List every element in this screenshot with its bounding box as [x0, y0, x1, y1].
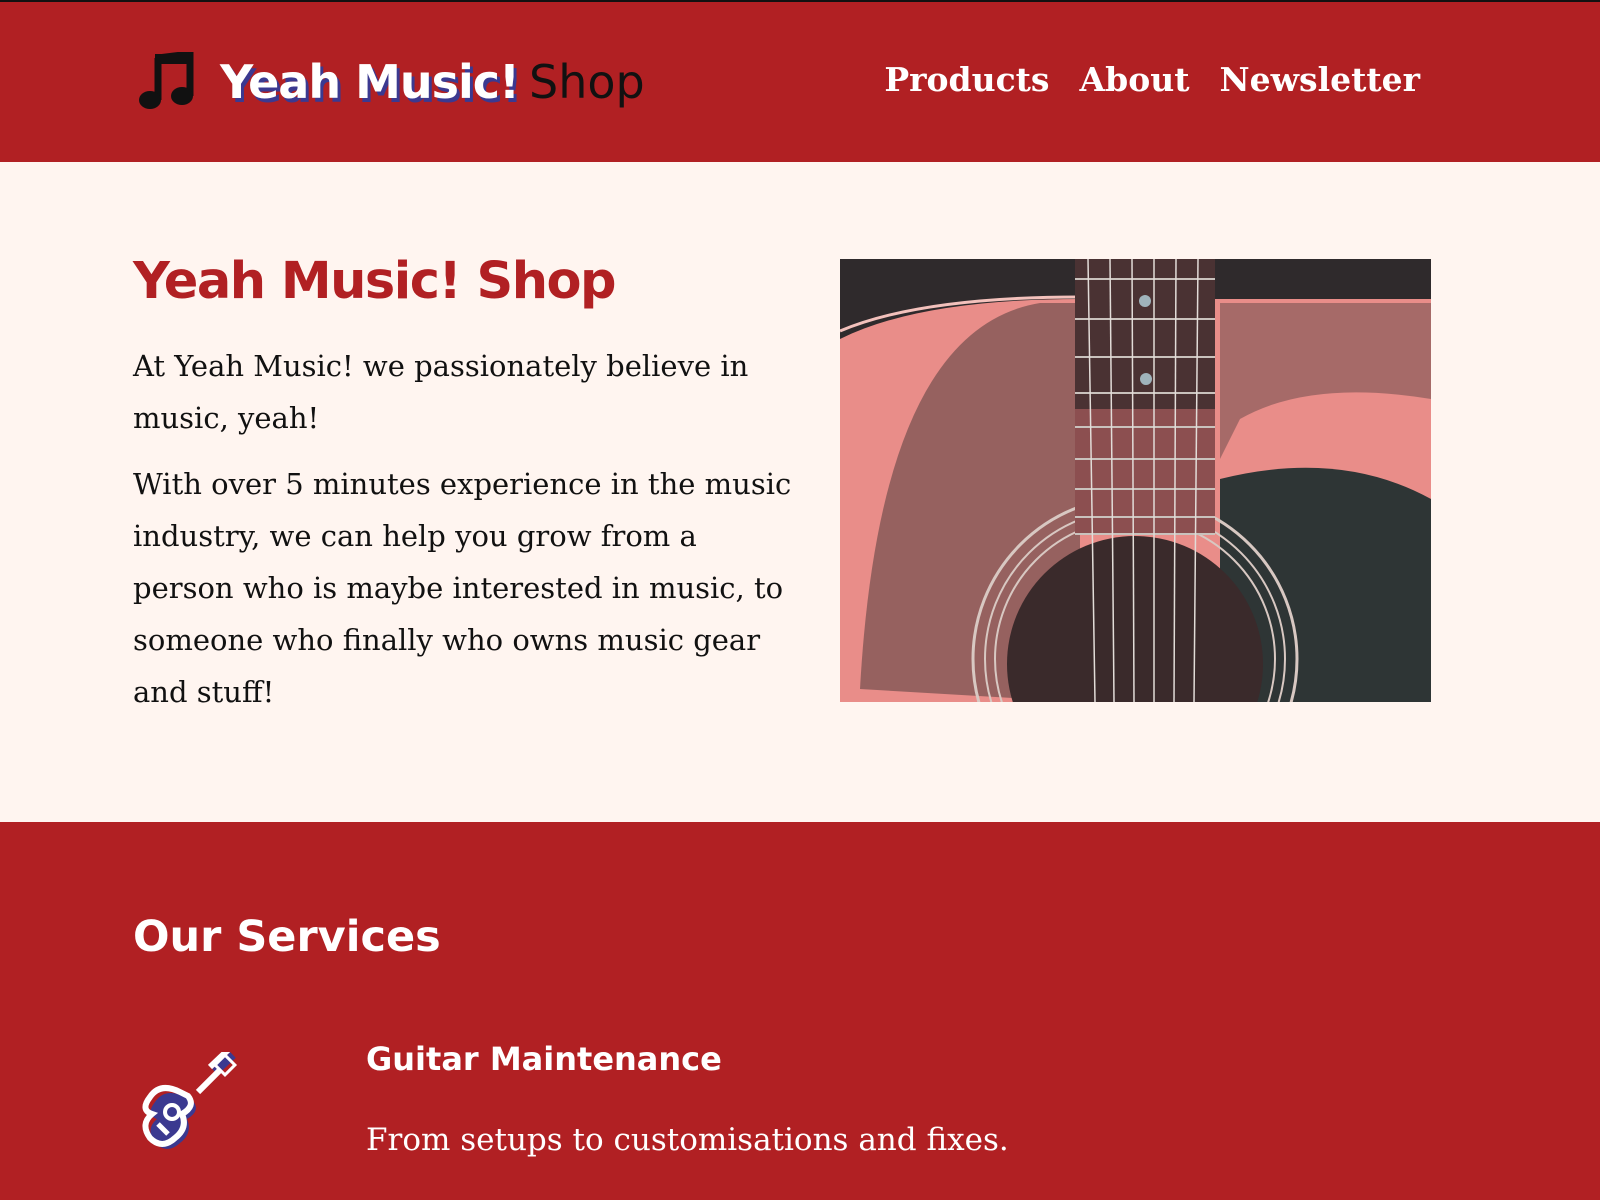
service-description: From setups to customisations and fixes. [366, 1122, 1009, 1158]
music-note-icon [138, 52, 194, 112]
hero-text: At Yeah Music! we passionately believe i… [133, 340, 793, 732]
nav-products[interactable]: Products [884, 60, 1049, 99]
hero-paragraph: At Yeah Music! we passionately believe i… [133, 349, 749, 435]
guitar-image [840, 259, 1431, 702]
nav-about[interactable]: About [1080, 60, 1190, 99]
hero-paragraph: With over 5 minutes experience in the mu… [133, 467, 792, 709]
hero-section: Yeah Music! Shop At Yeah Music! we passi… [0, 162, 1600, 822]
logo-strong: Yeah Music! [220, 55, 520, 109]
hero-title: Yeah Music! Shop [133, 252, 617, 311]
service-name: Guitar Maintenance [366, 1040, 722, 1078]
logo-light: Shop [529, 55, 645, 109]
guitar-icon [140, 1047, 240, 1166]
site-header: Yeah Music! Shop Products About Newslette… [0, 0, 1600, 162]
main-nav: Products About Newsletter [884, 60, 1420, 99]
logo-text: Yeah Music! Shop [220, 52, 645, 112]
logo[interactable]: Yeah Music! Shop [138, 52, 645, 112]
services-title: Our Services [133, 912, 441, 962]
nav-newsletter[interactable]: Newsletter [1219, 60, 1420, 99]
